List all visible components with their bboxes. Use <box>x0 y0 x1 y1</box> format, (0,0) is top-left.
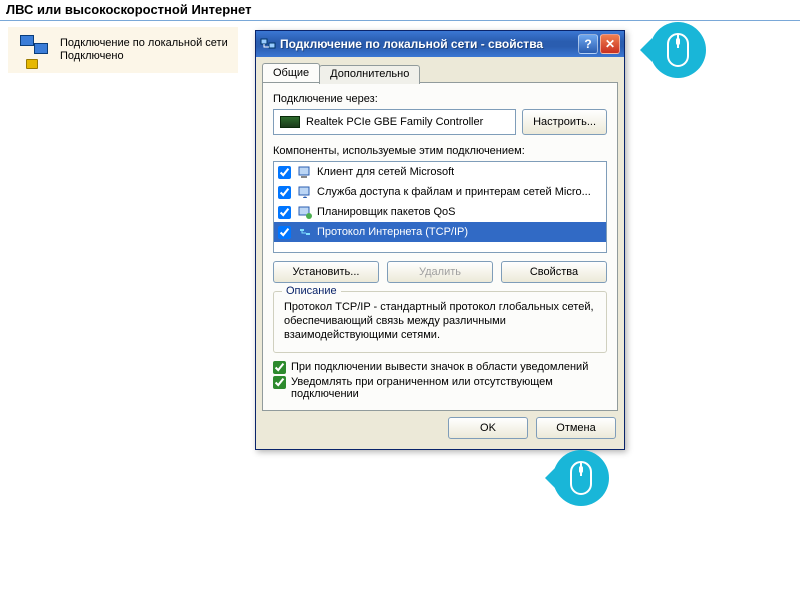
protocol-icon <box>297 224 313 240</box>
connect-via-label: Подключение через: <box>273 93 607 105</box>
component-tcpip[interactable]: Протокол Интернета (TCP/IP) <box>274 222 606 242</box>
connection-text: Подключение по локальной сети Подключено <box>60 37 228 63</box>
service-icon <box>297 184 313 200</box>
ok-button[interactable]: OK <box>448 417 528 439</box>
tab-advanced[interactable]: Дополнительно <box>319 65 420 84</box>
configure-button[interactable]: Настроить... <box>522 109 607 135</box>
close-button[interactable]: ✕ <box>600 34 620 54</box>
properties-dialog: Подключение по локальной сети - свойства… <box>255 30 625 450</box>
components-label: Компоненты, используемые этим подключени… <box>273 145 607 157</box>
adapter-name: Realtek PCIe GBE Family Controller <box>306 116 483 128</box>
network-connection-icon <box>18 33 52 67</box>
component-checkbox[interactable] <box>278 226 291 239</box>
mouse-hint-icon <box>553 450 609 506</box>
connection-status: Подключено <box>60 50 228 63</box>
dialog-title: Подключение по локальной сети - свойства <box>280 37 576 51</box>
connection-properties-icon <box>260 36 276 52</box>
description-groupbox: Описание Протокол TCP/IP - стандартный п… <box>273 291 607 353</box>
install-button[interactable]: Установить... <box>273 261 379 283</box>
component-label: Клиент для сетей Microsoft <box>317 166 454 178</box>
uninstall-button: Удалить <box>387 261 493 283</box>
component-checkbox[interactable] <box>278 206 291 219</box>
properties-button[interactable]: Свойства <box>501 261 607 283</box>
connection-item[interactable]: Подключение по локальной сети Подключено <box>8 27 238 73</box>
titlebar[interactable]: Подключение по локальной сети - свойства… <box>256 31 624 57</box>
tray-icon-label: При подключении вывести значок в области… <box>291 361 588 373</box>
qos-icon <box>297 204 313 220</box>
tabs: Общие Дополнительно <box>256 57 624 82</box>
limited-notify-label: Уведомлять при ограниченном или отсутств… <box>291 376 607 400</box>
component-fileshare[interactable]: Служба доступа к файлам и принтерам сете… <box>274 182 606 202</box>
section-header: ЛВС или высокоскоростной Интернет <box>0 0 800 21</box>
cancel-button[interactable]: Отмена <box>536 417 616 439</box>
description-text: Протокол TCP/IP - стандартный протокол г… <box>284 300 596 342</box>
component-label: Служба доступа к файлам и принтерам сете… <box>317 186 591 198</box>
limited-notify-checkbox[interactable] <box>273 376 286 389</box>
connection-name: Подключение по локальной сети <box>60 37 228 50</box>
component-label: Протокол Интернета (TCP/IP) <box>317 226 468 238</box>
tab-body-general: Подключение через: Realtek PCIe GBE Fami… <box>262 82 618 411</box>
description-legend: Описание <box>282 285 341 297</box>
component-label: Планировщик пакетов QoS <box>317 206 456 218</box>
tab-general[interactable]: Общие <box>262 63 320 82</box>
mouse-hint-icon <box>650 22 706 78</box>
tray-icon-checkbox[interactable] <box>273 361 286 374</box>
help-button[interactable]: ? <box>578 34 598 54</box>
adapter-box[interactable]: Realtek PCIe GBE Family Controller <box>273 109 516 135</box>
component-client[interactable]: Клиент для сетей Microsoft <box>274 162 606 182</box>
component-qos[interactable]: Планировщик пакетов QoS <box>274 202 606 222</box>
client-icon <box>297 164 313 180</box>
components-listbox[interactable]: Клиент для сетей Microsoft Служба доступ… <box>273 161 607 253</box>
nic-chip-icon <box>280 116 300 128</box>
component-checkbox[interactable] <box>278 166 291 179</box>
component-checkbox[interactable] <box>278 186 291 199</box>
